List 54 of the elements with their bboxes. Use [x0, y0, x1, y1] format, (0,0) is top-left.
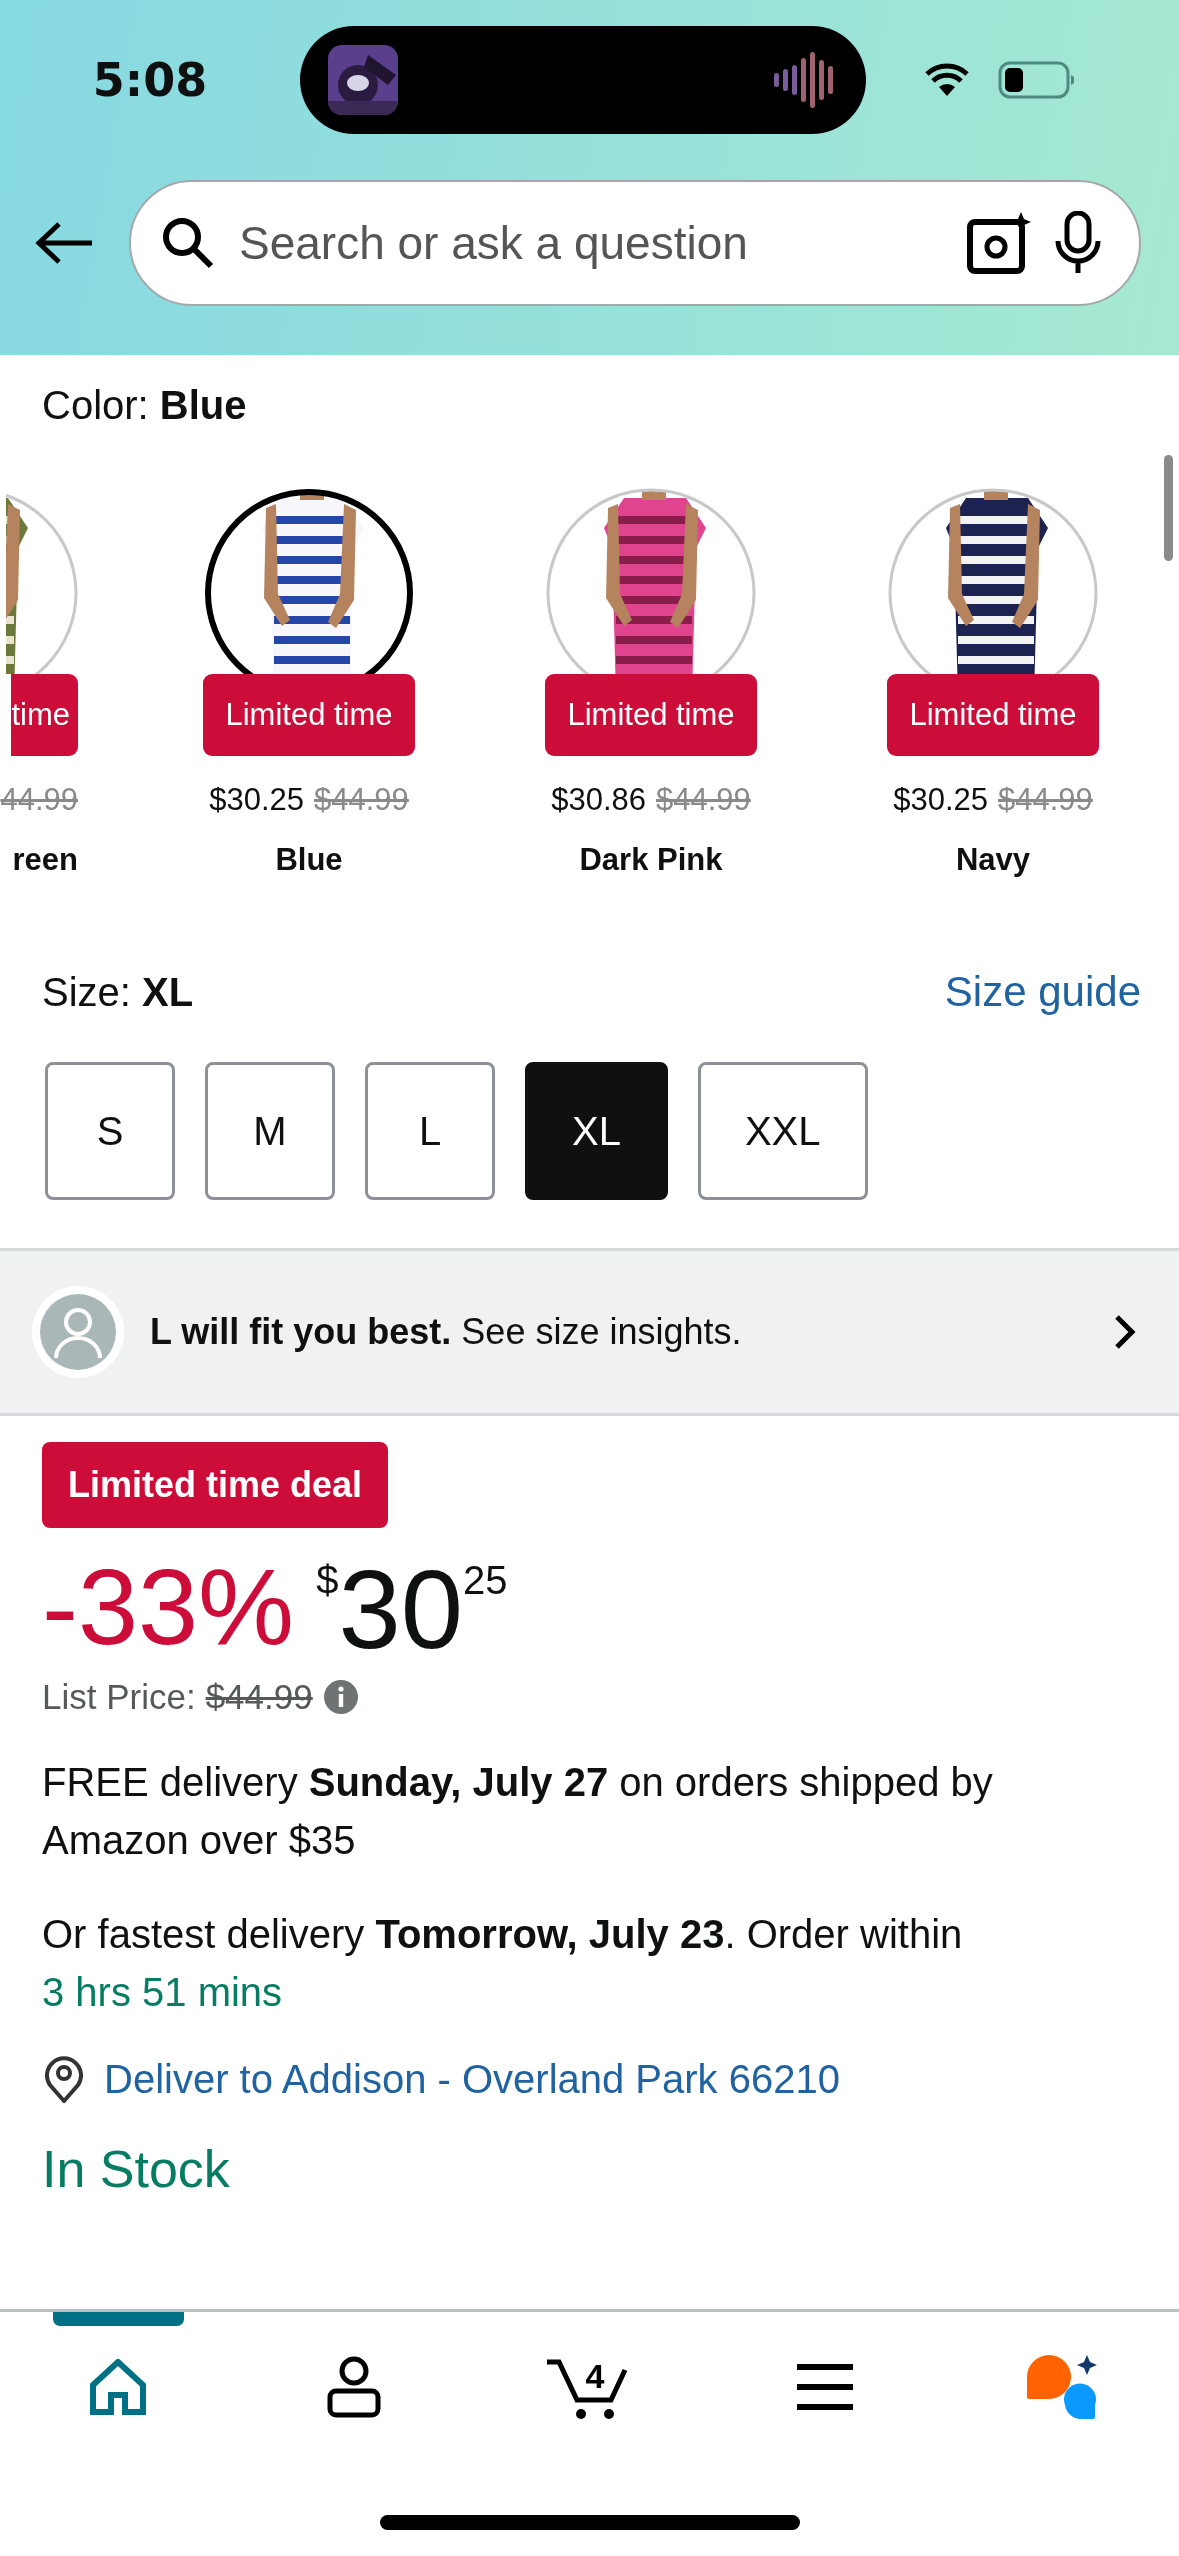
- account-icon: [325, 2356, 382, 2418]
- size-option[interactable]: L: [365, 1062, 495, 1200]
- price-fraction: 25: [462, 1558, 508, 1603]
- color-name: reen: [12, 842, 78, 878]
- home-icon: [88, 2359, 147, 2415]
- deal-badge: Limited time deal: [42, 1442, 389, 1528]
- sale-price: $30.25: [893, 782, 988, 818]
- status-time: 5:08: [91, 53, 209, 107]
- color-name: Navy: [955, 842, 1031, 878]
- menu-icon: [797, 2364, 854, 2410]
- color-name: Dark Pink: [579, 842, 723, 878]
- deal-badge: Limited time: [887, 674, 1099, 756]
- deliver-to-link[interactable]: Deliver to Addison - Overland Park 66210: [104, 2056, 840, 2102]
- delivery-text: FREE delivery Sunday, July 27 on orders shipped by Amazon over $35: [41, 1759, 994, 1865]
- size-insight-text: L will fit you best. See size insights.: [150, 1311, 743, 1353]
- list-price: $44.99: [998, 782, 1093, 818]
- sale-price: $30.86: [551, 782, 646, 818]
- camera-icon[interactable]: [967, 212, 1031, 274]
- location-pin-icon: [42, 2055, 86, 2104]
- microphone-icon[interactable]: [1053, 211, 1103, 275]
- chevron-right-icon: [1113, 1313, 1137, 1351]
- search-icon: [161, 216, 215, 270]
- fastest-delivery-text: Or fastest delivery Tomorrow, July 23. Order within 3 hrs 51 mins: [41, 1911, 964, 2017]
- sale-price: $30.25: [209, 782, 304, 818]
- color-swatch[interactable]: [204, 488, 414, 674]
- list-price: $44.99: [656, 782, 751, 818]
- size-option[interactable]: XL: [525, 1062, 668, 1200]
- stock-status: In Stock: [41, 2139, 231, 2200]
- list-price: 44.99: [0, 782, 78, 818]
- battery-icon: [998, 61, 1076, 99]
- info-icon[interactable]: [322, 1679, 359, 1716]
- size-option[interactable]: XXL: [697, 1062, 868, 1200]
- color-label: Color: Blue: [41, 382, 248, 428]
- list-price: $44.99: [205, 1677, 313, 1718]
- nav-tab[interactable]: 4: [471, 2312, 708, 2462]
- search-bar[interactable]: Search or ask a question: [129, 180, 1141, 306]
- back-arrow-icon[interactable]: [35, 221, 93, 265]
- list-price-label: List Price:: [42, 1677, 196, 1718]
- list-price: $44.99: [314, 782, 409, 818]
- discount-percent: -33%: [42, 1548, 295, 1667]
- size-label: Size: XL: [42, 969, 194, 1015]
- avatar-icon: [30, 1284, 126, 1380]
- size-option[interactable]: M: [205, 1062, 335, 1200]
- color-name: Blue: [275, 842, 343, 878]
- price-whole: 30: [338, 1548, 463, 1672]
- search-input[interactable]: Search or ask a question: [237, 215, 945, 271]
- size-guide-link[interactable]: Size guide: [944, 968, 1141, 1016]
- currency-symbol: $: [316, 1558, 339, 1602]
- wifi-icon: [924, 62, 970, 98]
- deal-badge: time: [11, 674, 78, 756]
- deal-badge: Limited time: [545, 674, 757, 756]
- deal-badge: Limited time: [203, 674, 415, 756]
- size-insight-banner[interactable]: L will fit you best. See size insights.: [0, 1248, 1179, 1416]
- size-option[interactable]: S: [45, 1062, 175, 1200]
